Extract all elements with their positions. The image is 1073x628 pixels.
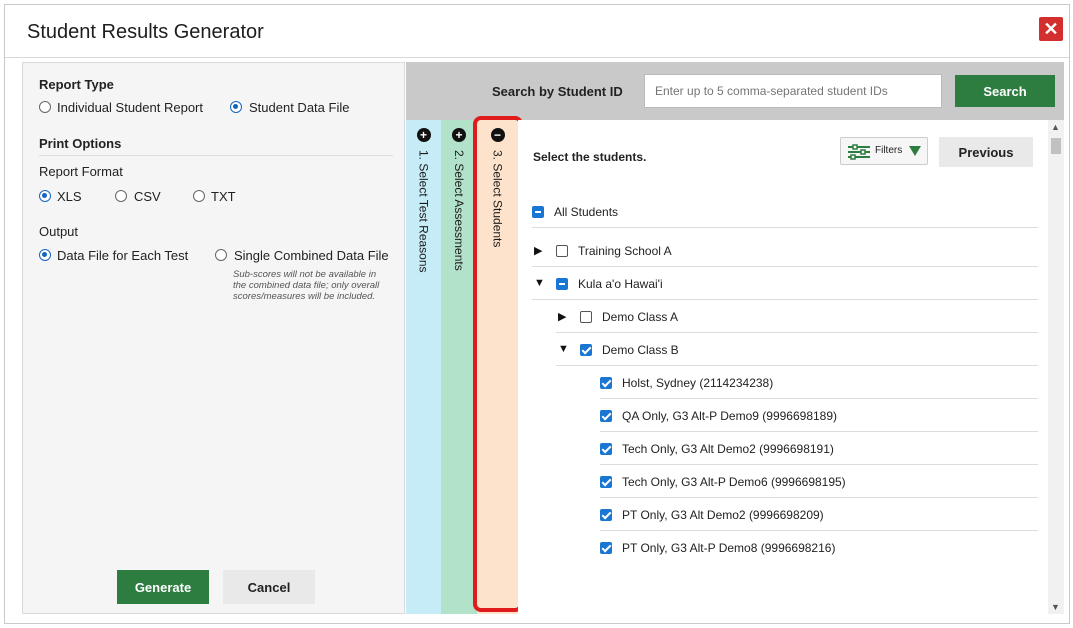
checkbox-partial[interactable] [556, 278, 568, 290]
tree-row-label: Demo Class A [602, 310, 679, 324]
tree-row-class[interactable]: ▼ Demo Class B [556, 333, 1038, 366]
scroll-up-arrow-icon[interactable]: ▲ [1051, 122, 1060, 132]
cancel-button[interactable]: Cancel [223, 570, 315, 604]
tree-row-label: All Students [554, 205, 619, 219]
filters-label: Filters [875, 145, 903, 156]
tree-row-all-students[interactable]: All Students [532, 195, 1038, 228]
search-label: Search by Student ID [492, 84, 623, 99]
radio-label-single-combined-file[interactable]: Single Combined Data File [234, 248, 389, 263]
highlight-outline [473, 116, 523, 612]
tree-row-label: Training School A [578, 244, 672, 258]
checkbox-checked[interactable] [600, 377, 612, 389]
radio-individual-student-report[interactable] [39, 101, 51, 113]
expand-caret-right-icon[interactable]: ▶ [558, 310, 566, 323]
radio-label-txt[interactable]: TXT [211, 189, 236, 204]
radio-student-data-file[interactable] [230, 101, 242, 113]
radio-csv[interactable] [115, 190, 127, 202]
radio-xls[interactable] [39, 190, 51, 202]
print-options-panel: Report Type Individual Student Report St… [22, 62, 405, 614]
search-bar: Search by Student ID Search [406, 62, 1064, 120]
expand-plus-icon[interactable]: + [416, 128, 431, 142]
step-label: 2. Select Assessments [452, 150, 466, 271]
student-selection-panel: Select the students. Filters Previous Al… [518, 120, 1064, 614]
generate-button[interactable]: Generate [117, 570, 209, 604]
tree-row-student[interactable]: Holst, Sydney (2114234238) [600, 366, 1038, 399]
caret-down-icon [909, 146, 921, 156]
student-id-search-input[interactable] [644, 74, 942, 108]
expand-caret-right-icon[interactable]: ▶ [534, 244, 542, 257]
tree-row-student[interactable]: Tech Only, G3 Alt Demo2 (9996698191) [600, 432, 1038, 465]
report-format-label: Report Format [39, 164, 123, 179]
tree-row-label: QA Only, G3 Alt-P Demo9 (9996698189) [622, 409, 838, 423]
select-students-title: Select the students. [533, 150, 647, 164]
checkbox[interactable] [556, 245, 568, 257]
radio-single-combined-file[interactable] [215, 249, 227, 261]
checkbox-checked[interactable] [580, 344, 592, 356]
collapse-caret-down-icon[interactable]: ▼ [558, 343, 569, 355]
dialog-titlebar: Student Results Generator ✕ [5, 5, 1069, 58]
checkbox-checked[interactable] [600, 476, 612, 488]
close-icon[interactable]: ✕ [1039, 17, 1063, 41]
checkbox-checked[interactable] [600, 509, 612, 521]
search-button[interactable]: Search [955, 75, 1055, 107]
tree-row-school[interactable]: ▼ Kula a'o Hawai'i [532, 267, 1038, 300]
checkbox-checked[interactable] [600, 410, 612, 422]
tree-row-student[interactable]: PT Only, G3 Alt Demo2 (9996698209) [600, 498, 1038, 531]
tree-row-label: Tech Only, G3 Alt Demo2 (9996698191) [622, 442, 834, 456]
previous-button[interactable]: Previous [939, 137, 1033, 167]
report-type-label: Report Type [39, 77, 114, 92]
radio-label-individual-student-report[interactable]: Individual Student Report [57, 100, 203, 115]
radio-label-xls[interactable]: XLS [57, 189, 82, 204]
tree-row-label: Holst, Sydney (2114234238) [622, 376, 774, 390]
vertical-scrollbar[interactable]: ▲ ▼ [1048, 120, 1064, 614]
radio-txt[interactable] [193, 190, 205, 202]
tree-row-student[interactable]: PT Only, G3 Alt-P Demo8 (9996698216) [600, 531, 1038, 564]
expand-plus-icon[interactable]: + [452, 128, 466, 142]
tree-row-label: PT Only, G3 Alt-P Demo8 (9996698216) [622, 541, 836, 555]
output-label: Output [39, 224, 79, 239]
scrollbar-thumb[interactable] [1051, 138, 1061, 154]
dialog-title: Student Results Generator [27, 21, 264, 43]
tree-row-label: Demo Class B [602, 343, 679, 357]
radio-label-csv[interactable]: CSV [134, 189, 161, 204]
filter-sliders-icon [848, 144, 870, 160]
scroll-down-arrow-icon[interactable]: ▼ [1051, 602, 1060, 612]
filters-button[interactable]: Filters [840, 137, 928, 165]
tree-row-label: Tech Only, G3 Alt-P Demo6 (9996698195) [622, 475, 846, 489]
radio-label-data-file-each-test[interactable]: Data File for Each Test [57, 248, 188, 263]
tree-row-label: Kula a'o Hawai'i [578, 277, 663, 291]
combined-file-note: Sub-scores will not be available in the … [233, 269, 380, 302]
checkbox-checked[interactable] [600, 443, 612, 455]
step-select-test-reasons[interactable]: + 1. Select Test Reasons [406, 120, 441, 614]
tree-row-label: PT Only, G3 Alt Demo2 (9996698209) [622, 508, 824, 522]
tree-row-student[interactable]: Tech Only, G3 Alt-P Demo6 (9996698195) [600, 465, 1038, 498]
checkbox[interactable] [580, 311, 592, 323]
print-options-label: Print Options [39, 136, 122, 151]
step-select-assessments[interactable]: + 2. Select Assessments [441, 120, 477, 614]
checkbox-partial[interactable] [532, 206, 544, 218]
radio-label-student-data-file[interactable]: Student Data File [249, 100, 349, 115]
divider [39, 155, 393, 156]
tree-row-school[interactable]: ▶ Training School A [532, 234, 1038, 267]
radio-data-file-each-test[interactable] [39, 249, 51, 261]
collapse-caret-down-icon[interactable]: ▼ [534, 277, 545, 289]
checkbox-checked[interactable] [600, 542, 612, 554]
step-label: 1. Select Test Reasons [416, 150, 431, 273]
tree-row-class[interactable]: ▶ Demo Class A [556, 300, 1038, 333]
tree-row-student[interactable]: QA Only, G3 Alt-P Demo9 (9996698189) [600, 399, 1038, 432]
